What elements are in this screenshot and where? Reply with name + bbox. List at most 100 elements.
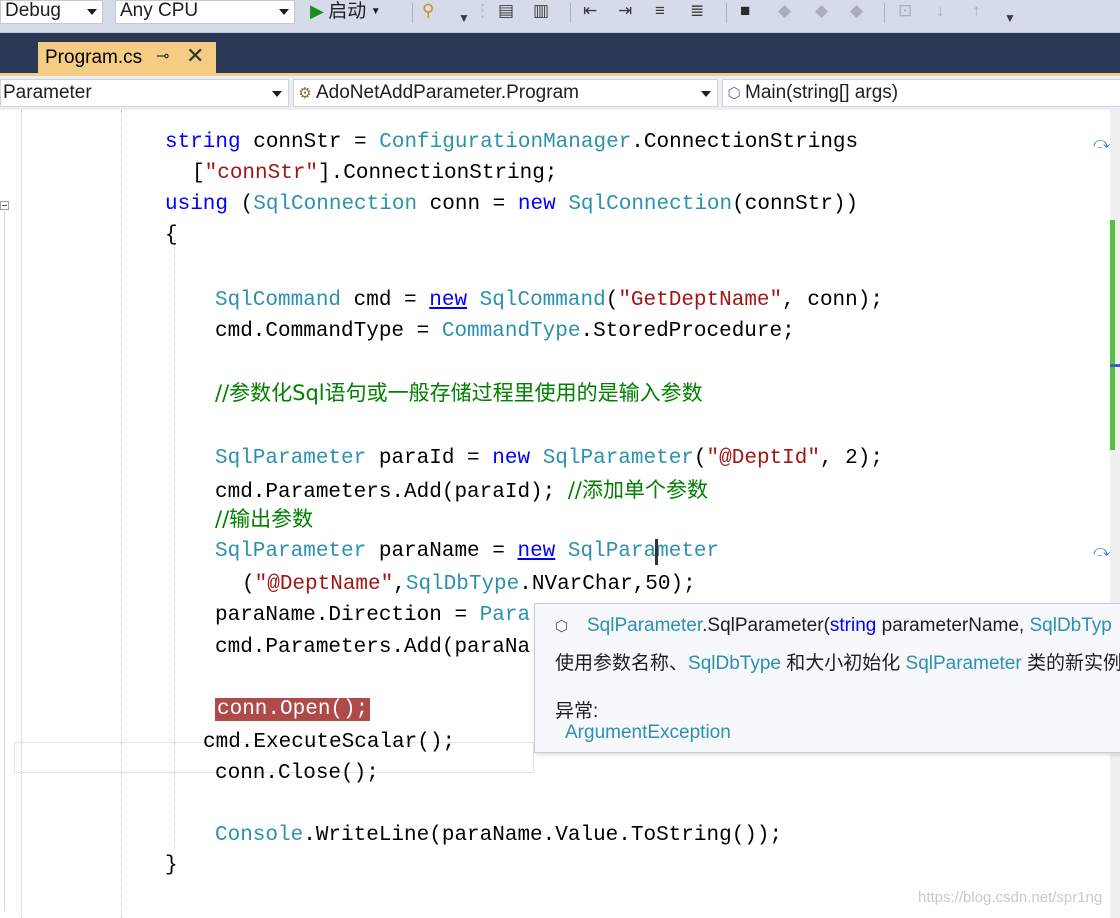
find-icon[interactable]: ⚲ xyxy=(422,1,434,21)
scroll-position-marker xyxy=(1110,364,1120,367)
code-token: .StoredProcedure; xyxy=(580,320,795,343)
code-line: conn.Close(); xyxy=(215,762,379,785)
down-arrow-icon[interactable]: ↓ xyxy=(936,1,945,21)
code-token: .WriteLine(paraName.Value.ToString()); xyxy=(303,824,783,847)
class-icon: ⚙ xyxy=(298,85,312,102)
code-token: , xyxy=(393,573,406,596)
code-token: "@DeptId" xyxy=(706,447,820,470)
increase-indent-icon[interactable]: ⇥ xyxy=(618,1,632,21)
code-token: , conn); xyxy=(782,289,883,312)
solution-config-dropdown[interactable]: Debug xyxy=(0,0,103,24)
code-token: SqlDbType xyxy=(405,573,520,596)
code-line-breakpoint[interactable]: conn.Open(); xyxy=(215,697,371,723)
code-line: Console.WriteLine(paraName.Value.ToStrin… xyxy=(215,823,782,849)
start-button-label: 启动 xyxy=(328,1,367,22)
toolbar-separator xyxy=(884,3,885,23)
class-dropdown[interactable]: ⚙ AdoNetAddParameter.Program xyxy=(293,79,718,107)
next-bookmark-icon[interactable]: ◆ xyxy=(815,1,828,21)
code-token: Para xyxy=(479,604,531,627)
watermark: https://blog.csdn.net/spr1ng xyxy=(918,889,1103,906)
code-comment: //参数化Sql语句或一般存储过程里使用的是输入参数 xyxy=(215,381,703,405)
code-line: cmd.Parameters.Add(paraNa xyxy=(215,636,531,659)
code-line: { xyxy=(165,224,178,247)
code-token: ( xyxy=(693,447,707,470)
decrease-indent-icon[interactable]: ⇤ xyxy=(583,1,597,21)
method-icon: ⬡ xyxy=(555,618,569,635)
code-line: SqlParameter paraName = new SqlParameter xyxy=(215,539,719,565)
format-icon[interactable]: ▥ xyxy=(533,1,549,21)
code-token: CommandType xyxy=(441,320,581,343)
project-dropdown-value: Parameter xyxy=(3,82,92,103)
quick-info-tooltip: ⬡ SqlParameter.SqlParameter(string param… xyxy=(534,603,1120,753)
tab-title: Program.cs xyxy=(45,47,143,68)
code-token: paraName = xyxy=(366,540,518,563)
code-line: cmd.ExecuteScalar(); xyxy=(203,731,456,754)
code-line: paraName.Direction = Para xyxy=(215,603,530,629)
code-line: SqlParameter paraId = new SqlParameter("… xyxy=(215,446,883,472)
tab-program-cs[interactable]: Program.cs ⊸ ✕ xyxy=(38,42,216,73)
tooltip-signature: SqlParameter.SqlParameter(string paramet… xyxy=(587,615,1112,637)
toolbar-separator xyxy=(726,3,727,23)
code-token: , 2); xyxy=(819,447,883,470)
tooltip-exception-item[interactable]: ArgumentException xyxy=(565,722,731,744)
comment-icon[interactable]: ≡ xyxy=(655,1,665,21)
tooltip-text: 类的新实例 xyxy=(1021,653,1120,674)
code-line: ("@DeptName",SqlDbType.NVarChar,50); xyxy=(242,572,696,598)
start-button[interactable]: ▶ 启动 ▼ xyxy=(310,0,381,24)
project-dropdown[interactable]: Parameter xyxy=(0,79,289,107)
word-wrap-icon: ⤼ xyxy=(1093,543,1111,560)
code-token: meter xyxy=(656,540,720,563)
uncomment-icon[interactable]: ≣ xyxy=(690,1,704,21)
code-line: ["connStr"].ConnectionString; xyxy=(192,161,557,187)
chevron-down-icon[interactable]: ▼ xyxy=(458,8,470,28)
member-dropdown[interactable]: ⬡ Main(string[] args) xyxy=(722,79,1120,107)
fold-line xyxy=(4,211,5,911)
tooltip-keyword: string xyxy=(829,615,877,636)
indent-guide xyxy=(121,110,122,918)
breakpoint-highlight: conn.Open(); xyxy=(215,698,371,721)
grip-icon: ⋮ xyxy=(474,1,491,20)
text-caret xyxy=(655,539,658,565)
solution-config-value: Debug xyxy=(5,0,61,21)
up-arrow-icon[interactable]: ↑ xyxy=(972,1,981,21)
code-token: cmd.CommandType = xyxy=(215,320,442,343)
member-dropdown-value: Main(string[] args) xyxy=(745,82,899,103)
pin-icon[interactable]: ⊸ xyxy=(156,46,169,66)
code-token: SqlPara xyxy=(567,540,657,563)
collapse-icon[interactable] xyxy=(0,201,9,210)
code-token: Console xyxy=(215,824,304,847)
solution-platform-dropdown[interactable]: Any CPU xyxy=(115,0,295,24)
code-line: using (SqlConnection conn = new SqlConne… xyxy=(165,192,858,218)
code-token: new xyxy=(517,193,556,216)
find-results-icon[interactable]: ⊡ xyxy=(898,1,912,21)
code-token: new xyxy=(429,289,468,312)
tooltip-type: SqlParameter xyxy=(587,615,703,636)
tooltip-text: 使用参数名称、 xyxy=(555,653,689,674)
chevron-down-icon xyxy=(701,91,711,97)
code-token: ConfigurationManager xyxy=(379,131,632,154)
chevron-down-icon xyxy=(279,9,289,15)
code-token: connStr = xyxy=(240,131,380,154)
code-token: SqlParameter xyxy=(215,447,367,470)
indent-guide xyxy=(21,110,22,918)
code-token: paraName.Direction = xyxy=(215,604,480,627)
code-line: } xyxy=(165,854,178,877)
document-tab-strip: Program.cs ⊸ ✕ xyxy=(0,33,1120,73)
code-token: "@DeptName" xyxy=(254,573,394,596)
code-token: SqlCommand xyxy=(215,289,342,312)
tooltip-description: 使用参数名称、SqlDbType 和大小初始化 SqlParameter 类的新… xyxy=(555,648,1120,675)
bookmark-icon[interactable]: ■ xyxy=(740,1,750,21)
code-line: cmd.CommandType = CommandType.StoredProc… xyxy=(215,319,795,345)
close-icon[interactable]: ✕ xyxy=(186,43,204,69)
navigation-bar: Parameter ⚙ AdoNetAddParameter.Program ⬡ M… xyxy=(0,76,1120,111)
chevron-down-icon[interactable]: ▼ xyxy=(1004,8,1016,28)
toolbar-separator xyxy=(412,3,413,23)
prev-bookmark-icon[interactable]: ◆ xyxy=(778,1,791,21)
code-line: SqlCommand cmd = new SqlCommand("GetDept… xyxy=(215,288,883,314)
code-token: cmd.Parameters.Add(paraId); xyxy=(215,481,568,504)
class-view-icon[interactable]: ▤ xyxy=(498,1,514,21)
clear-bookmarks-icon[interactable]: ◆ xyxy=(850,1,863,21)
